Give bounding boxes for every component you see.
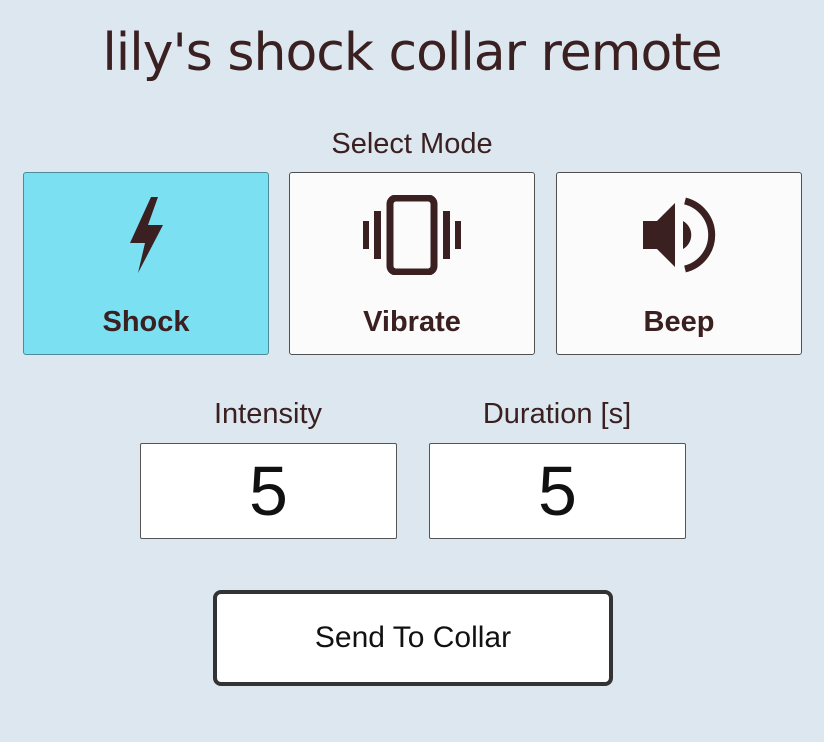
intensity-input[interactable] bbox=[140, 443, 397, 539]
send-to-collar-button[interactable]: Send To Collar bbox=[213, 590, 613, 686]
speaker-icon bbox=[557, 193, 801, 277]
shock-mode-button[interactable]: Shock bbox=[23, 172, 269, 355]
beep-mode-label: Beep bbox=[643, 306, 715, 338]
select-mode-label: Select Mode bbox=[331, 128, 493, 160]
vibrate-mode-button[interactable]: Vibrate bbox=[289, 172, 535, 355]
vibrate-mode-label: Vibrate bbox=[363, 306, 461, 338]
shock-mode-label: Shock bbox=[102, 306, 190, 338]
beep-mode-button[interactable]: Beep bbox=[556, 172, 802, 355]
lightning-bolt-icon bbox=[24, 193, 268, 277]
duration-input[interactable] bbox=[429, 443, 686, 539]
vibrate-phone-icon bbox=[290, 193, 534, 277]
intensity-label: Intensity bbox=[214, 398, 322, 430]
page-title: lily's shock collar remote bbox=[102, 23, 722, 83]
duration-label: Duration [s] bbox=[482, 398, 632, 430]
